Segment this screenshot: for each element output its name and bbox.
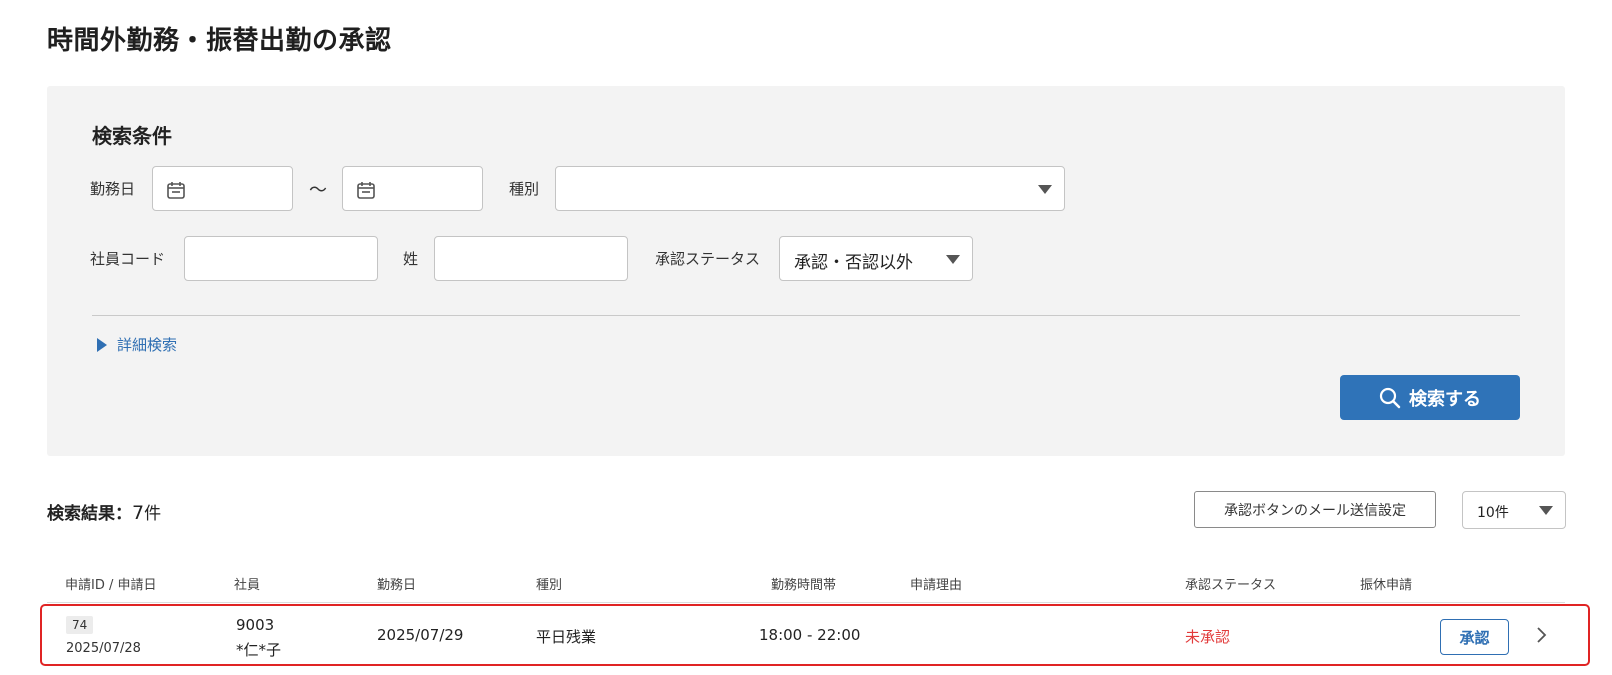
column-header-substitute-leave: 振休申請 [1360, 578, 1413, 593]
column-header-employee: 社員 [234, 578, 261, 593]
employee-code: 9003 [236, 616, 275, 634]
employee-code-label: 社員コード [90, 250, 166, 268]
column-header-type: 種別 [536, 578, 563, 593]
last-name-input[interactable] [434, 236, 628, 281]
page-title: 時間外勤務・振替出勤の承認 [47, 26, 392, 56]
search-button[interactable]: 検索する [1340, 375, 1520, 420]
detail-search-label: 詳細検索 [117, 336, 178, 354]
calendar-icon[interactable] [166, 180, 186, 200]
time-range: 18:00 - 22:00 [759, 626, 861, 644]
search-icon [1379, 387, 1401, 408]
approval-status: 未承認 [1185, 628, 1231, 646]
results-count: 7 [132, 502, 145, 524]
detail-search-toggle[interactable]: 詳細検索 [97, 334, 177, 355]
chevron-right-icon[interactable] [1536, 625, 1548, 645]
apply-date: 2025/07/28 [66, 641, 141, 656]
column-header-approval-status: 承認ステータス [1185, 578, 1277, 593]
column-header-work-date: 勤務日 [377, 578, 417, 593]
page-size-value: 10件 [1477, 505, 1509, 521]
approval-status-select[interactable]: 承認・否認以外 [779, 236, 973, 281]
search-conditions-heading: 検索条件 [92, 124, 172, 148]
last-name-label: 姓 [403, 250, 419, 268]
triangle-right-icon [97, 337, 107, 352]
employee-code-input[interactable] [184, 236, 378, 281]
results-title: 検索結果：7件 [47, 499, 161, 524]
date-range-separator: ～ [309, 180, 327, 201]
results-title-label: 検索結果 [47, 504, 115, 524]
header-rule [47, 602, 1565, 603]
work-type: 平日残業 [536, 628, 597, 646]
work-date-to-input[interactable] [342, 166, 483, 211]
column-header-reason: 申請理由 [910, 578, 963, 593]
search-button-label: 検索する [1409, 388, 1481, 410]
work-date-from-input[interactable] [152, 166, 293, 211]
results-count-suffix: 件 [144, 504, 162, 524]
divider [92, 315, 1520, 316]
calendar-icon[interactable] [356, 180, 376, 200]
table-row[interactable]: 74 2025/07/28 9003 *仁*子 2025/07/29 平日残業 … [40, 604, 1590, 666]
work-date-label: 勤務日 [90, 180, 136, 198]
caret-down-icon [1038, 185, 1052, 194]
mail-setting-button[interactable]: 承認ボタンのメール送信設定 [1194, 491, 1436, 528]
page-size-select[interactable]: 10件 [1462, 491, 1566, 529]
search-conditions-panel: 検索条件 勤務日 ～ 種別 社員コード 姓 承認ステータス 承認・否認以外 詳細… [47, 86, 1565, 456]
approve-button[interactable]: 承認 [1440, 619, 1509, 655]
caret-down-icon [1539, 506, 1553, 515]
caret-down-icon [946, 255, 960, 264]
employee-name: *仁*子 [236, 641, 282, 659]
column-header-time-range: 勤務時間帯 [771, 578, 837, 593]
work-date: 2025/07/29 [377, 626, 464, 644]
column-header-id-date: 申請ID / 申請日 [65, 578, 157, 593]
approval-status-value: 承認・否認以外 [794, 253, 913, 273]
type-select[interactable] [555, 166, 1065, 211]
results-separator: ： [115, 504, 132, 524]
type-label: 種別 [509, 180, 540, 198]
approval-status-label: 承認ステータス [655, 250, 761, 268]
request-id-badge: 74 [66, 616, 94, 634]
